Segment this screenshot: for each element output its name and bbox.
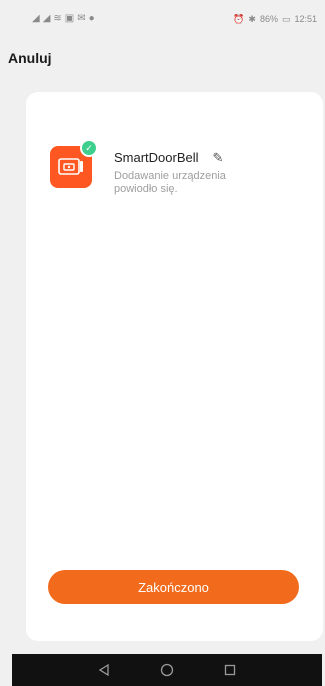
device-status: Dodawanie urządzenia powiodło się. (114, 170, 226, 195)
edit-name-icon[interactable]: ✎ (213, 151, 224, 164)
cancel-button[interactable]: Anuluj (8, 50, 52, 66)
device-info: SmartDoorBell ✎ Dodawanie urządzenia pow… (114, 150, 264, 196)
home-icon[interactable] (158, 661, 176, 679)
mail-icon: ✉ (77, 13, 86, 24)
signal-icon: ◢ (32, 13, 40, 24)
finish-button[interactable]: Zakończono (48, 570, 299, 604)
wifi-icon: ≋ (53, 13, 62, 24)
device-name: SmartDoorBell (114, 150, 199, 165)
circle-icon: ● (88, 13, 95, 24)
bluetooth-icon: ✱ (248, 13, 256, 24)
signal-icon: ◢ (42, 13, 51, 24)
status-bar: ◢ ◢ ≋ ▣ ✉ ● ⏰ ✱ 86% ▭ 12:51 (0, 0, 325, 38)
result-card: ✓ SmartDoorBell ✎ Dodawanie urządzenia p… (26, 92, 323, 641)
status-icons: ◢ ◢ ≋ ▣ ✉ ● (32, 14, 95, 24)
navigation-bar (12, 654, 322, 686)
back-icon[interactable] (95, 661, 113, 679)
recents-icon[interactable] (221, 661, 239, 679)
device-name-row: SmartDoorBell ✎ (114, 150, 264, 165)
sim-icon: ▣ (64, 13, 75, 24)
battery-icon: ▭ (281, 13, 291, 24)
clock: 12:51 (294, 14, 317, 24)
check-icon: ✓ (80, 139, 98, 157)
alarm-icon: ⏰ (233, 13, 245, 24)
doorbell-icon: ✓ (50, 139, 98, 188)
status-right: ⏰ ✱ 86% ▭ 12:51 (233, 14, 317, 25)
device-row: ✓ SmartDoorBell ✎ Dodawanie urządzenia p… (50, 139, 264, 196)
battery-level: 86% (259, 14, 278, 24)
